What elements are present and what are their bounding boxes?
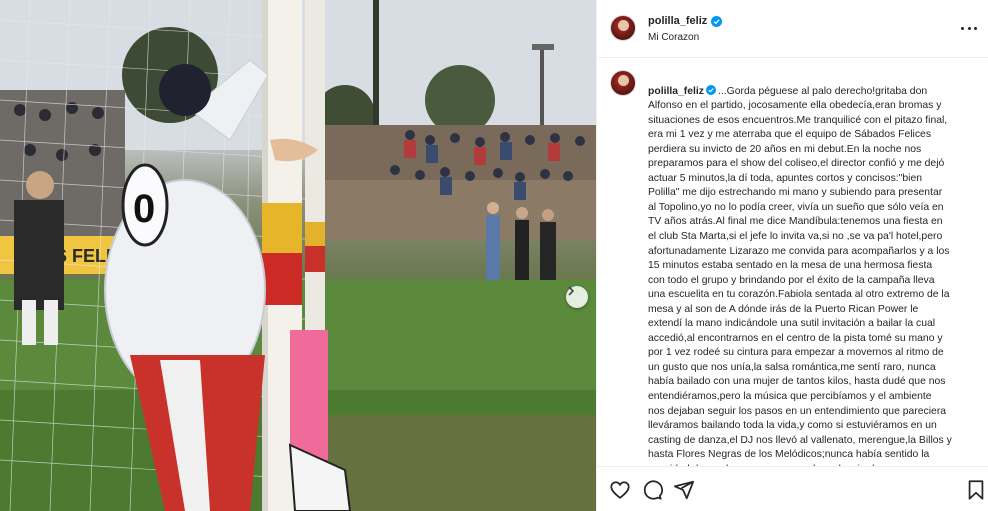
caption-line: 15 minutos estaba sentado en la mesa de … <box>648 260 933 272</box>
caption-body: ...Gorda péguese al palo derecho!gritaba… <box>648 86 952 466</box>
caption-line: mesa y al son de A dónde irás de la Puer… <box>648 303 919 315</box>
caption-line: ...Gorda péguese al palo derecho!gritaba… <box>718 85 928 97</box>
caption-line: Polilla" me dijo estrechando mi mano y s… <box>648 187 943 199</box>
bookmark-icon[interactable] <box>965 479 987 501</box>
caption-area[interactable]: polilla_feliz ...Gorda péguese al palo de… <box>597 58 988 466</box>
caption-line: Alfonso en el partido, jocosamente ella … <box>648 100 942 112</box>
caption-line: al Topolino,yo no lo podía creer, vivía … <box>648 201 944 213</box>
avatar[interactable] <box>610 15 636 41</box>
post-subtitle[interactable]: Mi Corazon <box>648 32 699 43</box>
caption-avatar[interactable] <box>610 70 636 96</box>
caption-line: hasta Flores Negras de los Melódicos;nun… <box>648 449 930 461</box>
caption-text: polilla_feliz ...Gorda péguese al palo de… <box>648 70 978 466</box>
post-header: polilla_feliz Mi Corazon <box>597 0 988 58</box>
caption-line: era mi 1 vez y me aterraba que el equipo… <box>648 129 932 141</box>
caption-line: lleváramos bailando toda la vida,y como … <box>648 420 937 432</box>
more-options-icon <box>961 26 964 30</box>
username-row: polilla_feliz <box>648 15 723 27</box>
comment-icon[interactable] <box>641 479 663 501</box>
share-icon[interactable] <box>673 479 695 501</box>
caption-line: una escuelita en tu corazón.Fabiola sent… <box>648 289 950 301</box>
caption-line: entendiéramos,pero la música que percibí… <box>648 391 932 403</box>
more-dot <box>974 26 977 30</box>
caption-line: extendí la mano indicándole una sutil in… <box>648 318 936 330</box>
caption-line: el club Sta Marta,si el jefe lo invita v… <box>648 231 943 243</box>
caption-line: afortunadamente Lizarazo me convida para… <box>648 245 950 257</box>
jersey-number: 0 <box>133 187 155 231</box>
caption-line: perdiera su invicto de 20 años en mi deb… <box>648 143 922 155</box>
caption-line: accedió,al encontrarnos en el centro de … <box>648 332 943 344</box>
verified-badge-icon <box>711 15 723 27</box>
chevron-right-icon <box>568 286 575 296</box>
caption-line: actuar 5 minutos,la dí toda, apuntes cor… <box>648 172 922 184</box>
post-sidebar: polilla_feliz Mi Corazon polilla_feliz..… <box>596 0 988 511</box>
caption-line: había bailado con una mujer de tantos ki… <box>648 376 946 388</box>
caption-line: situaciones de esos encuentros.Me tranqu… <box>648 114 948 126</box>
caption-line: preparamos para el show del coliseo,el d… <box>648 158 945 170</box>
caption-line: casting de danza,el DJ nos llevó al vall… <box>648 434 952 446</box>
more-options-button[interactable] <box>961 21 977 35</box>
more-dot <box>967 26 971 30</box>
photo-scene: CES FELIC 0 <box>0 0 596 511</box>
heart-icon[interactable] <box>609 479 631 501</box>
caption-line: con todo el grupo y brindando por el éxi… <box>648 274 935 286</box>
post-username[interactable]: polilla_feliz <box>648 15 707 27</box>
caption-username[interactable]: polilla_feliz <box>648 86 704 97</box>
post-photo[interactable]: CES FELIC 0 <box>0 0 596 511</box>
caption-line: un gusto que nos unía,la salsa romántica… <box>648 361 936 373</box>
verified-badge-icon <box>706 84 717 95</box>
action-bar <box>597 466 988 511</box>
next-photo-button[interactable] <box>566 286 588 308</box>
caption-line: por 1 vez rodeé su cintura para empezar … <box>648 347 944 359</box>
caption-line: nos dejaban seguir los pasos en un enten… <box>648 405 947 417</box>
caption-line: TV años atrás.Al final me dice Mandíbula… <box>648 216 943 228</box>
